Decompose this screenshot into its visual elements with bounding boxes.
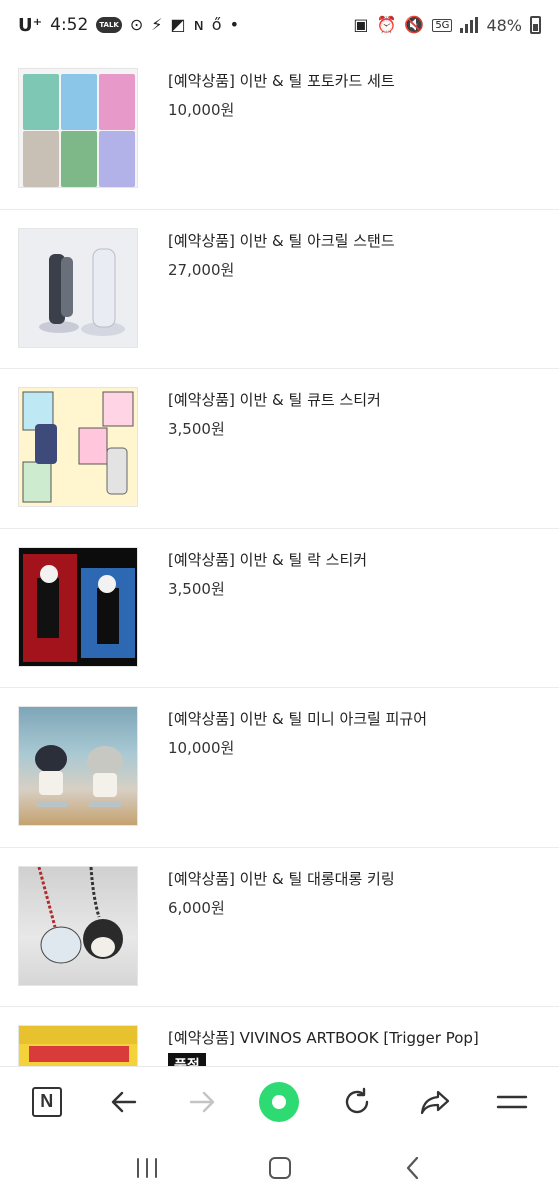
refresh-icon [345,1087,369,1113]
product-list: [예약상품] 이반 & 틸 포토카드 세트 10,000원 [예약상품] 이반 … [0,50,559,1066]
product-price: 10,000원 [168,101,235,119]
product-price: 10,000원 [168,739,235,757]
share-button[interactable] [407,1074,463,1130]
battery-percent: 48% [486,15,522,35]
clock: 4:52 [50,15,89,35]
green-dot-button[interactable] [251,1074,307,1130]
product-name[interactable]: [예약상품] VIVINOS ARTBOOK [Trigger Pop] [168,1027,479,1049]
product-info: [예약상품] 이반 & 틸 큐트 스티커 3,500원 [168,387,381,439]
product-name[interactable]: [예약상품] 이반 & 틸 미니 아크릴 피규어 [168,708,427,730]
forward-button[interactable] [174,1074,230,1130]
product-item[interactable]: [예약상품] 이반 & 틸 포토카드 세트 10,000원 [0,50,559,210]
carrier-label: U⁺ [18,14,43,36]
system-back-button[interactable] [385,1140,441,1196]
product-thumbnail-cute-sticker[interactable] [18,387,138,507]
naver-home-button[interactable]: N [19,1074,75,1130]
product-price: 27,000원 [168,260,235,279]
product-item[interactable]: [예약상품] VIVINOS ARTBOOK [Trigger Pop] 품절 [0,1007,559,1066]
notification-icon: ⊙ [129,15,144,34]
app-icon: ◩ [170,15,186,34]
product-thumbnail-acrylic-stand[interactable] [18,227,138,348]
product-thumbnail-artbook[interactable] [18,1025,138,1066]
product-info: [예약상품] VIVINOS ARTBOOK [Trigger Pop] 품절 [168,1025,479,1066]
more-notifications-icon: • [229,15,239,34]
refresh-button[interactable] [329,1074,385,1130]
status-bar: U⁺ 4:52 TALK ⊙ ⚡ ◩ ɴ ő • ▣ ⏰ 🔇 5G 48% [0,0,559,50]
product-thumbnail-rock-sticker[interactable] [18,546,138,667]
menu-icon [496,1095,528,1108]
product-name[interactable]: [예약상품] 이반 & 틸 아크릴 스탠드 [168,230,395,252]
product-info: [예약상품] 이반 & 틸 미니 아크릴 피규어 10,000원 [168,706,427,758]
battery-icon [530,16,541,34]
app-icon-2: ɴ [193,15,204,34]
mute-icon: 🔇 [404,15,425,34]
recent-apps-button[interactable] [119,1140,175,1196]
back-icon [406,1156,418,1180]
recent-apps-icon [136,1158,157,1178]
share-icon [420,1090,449,1114]
product-item[interactable]: [예약상품] 이반 & 틸 미니 아크릴 피규어 10,000원 [0,688,559,848]
screenshot-icon: ▣ [353,15,369,34]
signal-icon [460,17,479,33]
back-button[interactable] [96,1074,152,1130]
product-info: [예약상품] 이반 & 틸 대롱대롱 키링 6,000원 [168,866,395,918]
alarm-icon: ⏰ [376,15,397,34]
product-name[interactable]: [예약상품] 이반 & 틸 락 스티커 [168,549,367,571]
back-arrow-icon [112,1091,137,1112]
green-dot-icon [259,1081,300,1122]
product-price: 6,000원 [168,898,225,917]
product-thumbnail-keyring[interactable] [18,865,138,986]
product-info: [예약상품] 이반 & 틸 포토카드 세트 10,000원 [168,68,395,120]
naver-home-icon: N [31,1086,62,1117]
product-name[interactable]: [예약상품] 이반 & 틸 큐트 스티커 [168,389,381,411]
home-button[interactable] [252,1140,308,1196]
product-item[interactable]: [예약상품] 이반 & 틸 아크릴 스탠드 27,000원 [0,210,559,369]
product-price: 3,500원 [168,579,225,598]
lightning-icon: ⚡ [151,15,163,34]
product-item[interactable]: [예약상품] 이반 & 틸 락 스티커 3,500원 [0,529,559,688]
app-icon-3: ő [211,15,222,34]
product-info: [예약상품] 이반 & 틸 락 스티커 3,500원 [168,547,367,599]
product-thumbnail-mini-acrylic[interactable] [18,706,138,826]
product-item[interactable]: [예약상품] 이반 & 틸 큐트 스티커 3,500원 [0,369,559,529]
kakaotalk-icon: TALK [96,17,122,33]
sold-out-badge: 품절 [168,1053,206,1066]
network-5g-icon: 5G [432,18,453,32]
product-item[interactable]: [예약상품] 이반 & 틸 대롱대롱 키링 6,000원 [0,848,559,1007]
product-thumbnail-photocard[interactable] [18,68,138,188]
product-price: 3,500원 [168,420,225,438]
home-icon [268,1157,291,1179]
forward-arrow-icon [189,1091,215,1112]
status-left: U⁺ 4:52 TALK ⊙ ⚡ ◩ ɴ ő • [18,15,239,36]
product-name[interactable]: [예약상품] 이반 & 틸 포토카드 세트 [168,70,395,92]
system-navigation-bar [0,1136,559,1200]
product-info: [예약상품] 이반 & 틸 아크릴 스탠드 27,000원 [168,228,395,280]
menu-button[interactable] [484,1074,540,1130]
product-name[interactable]: [예약상품] 이반 & 틸 대롱대롱 키링 [168,868,395,890]
status-right: ▣ ⏰ 🔇 5G 48% [353,16,541,35]
browser-toolbar: N [0,1066,559,1136]
